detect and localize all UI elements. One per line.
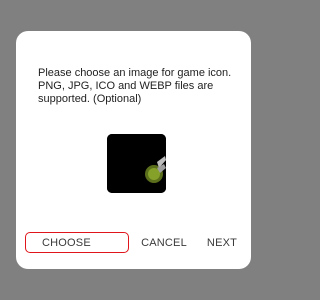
game-icon-preview[interactable] bbox=[107, 134, 166, 193]
image-picker-dialog: Please choose an image for game icon. PN… bbox=[16, 31, 251, 269]
dialog-message: Please choose an image for game icon. PN… bbox=[38, 67, 232, 105]
dialog-actions: CHOOSE CANCEL NEXT bbox=[16, 229, 251, 257]
next-button[interactable]: NEXT bbox=[202, 229, 242, 257]
cancel-button[interactable]: CANCEL bbox=[140, 229, 188, 257]
preview-image bbox=[107, 134, 166, 193]
choose-button[interactable]: CHOOSE bbox=[25, 232, 129, 253]
